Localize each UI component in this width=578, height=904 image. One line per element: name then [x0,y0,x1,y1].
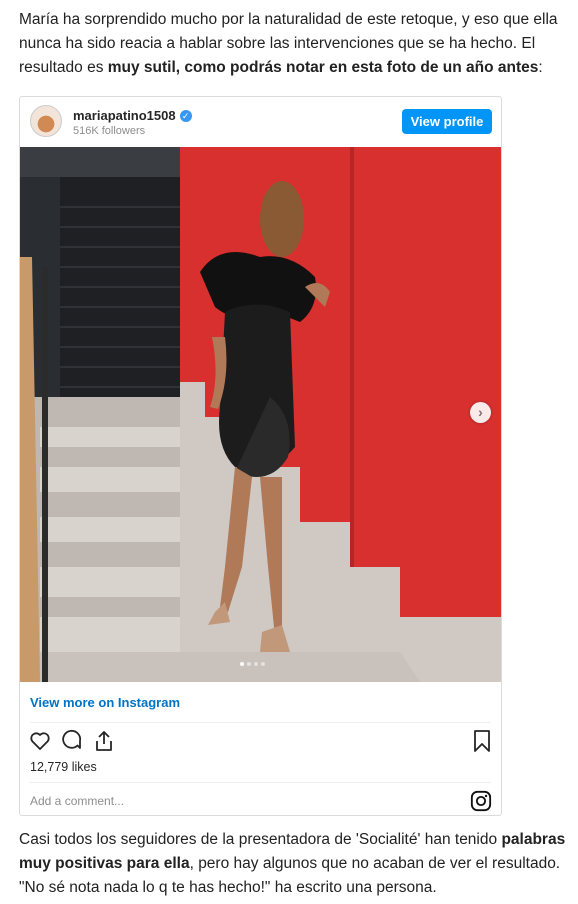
view-more-link[interactable]: View more on Instagram [30,695,180,710]
carousel-dots [240,662,265,666]
bookmark-icon[interactable] [471,729,493,753]
comment-icon[interactable] [60,729,84,753]
follower-count: 516K followers [73,125,146,137]
comment-input[interactable]: Add a comment... [30,794,124,808]
instagram-logo-icon[interactable] [470,790,492,812]
username[interactable]: mariapatino1508 [73,108,176,123]
divider [30,722,491,723]
share-icon[interactable] [92,729,116,753]
chevron-right-icon[interactable]: › [470,402,491,423]
article-paragraph-intro: María ha sorprendido mucho por la natura… [19,8,567,80]
like-count: 12,779 likes [30,760,97,774]
carousel-dot [247,662,251,666]
carousel-dot [254,662,258,666]
intro-colon: : [538,59,543,76]
heart-icon[interactable] [28,729,52,753]
avatar[interactable] [30,105,62,137]
verified-badge-icon: ✓ [179,110,192,122]
article-paragraph-followers: Casi todos los seguidores de la presenta… [19,828,567,900]
username-row[interactable]: mariapatino1508 ✓ [73,108,192,123]
instagram-embed: mariapatino1508 ✓ 516K followers View pro… [19,96,502,816]
divider [30,782,491,783]
action-bar [28,729,493,753]
intro-bold-text: muy sutil, como podrás notar en esta fot… [107,59,539,76]
embed-header: mariapatino1508 ✓ 516K followers View pro… [20,97,501,147]
carousel-dot [261,662,265,666]
followers-text: Casi todos los seguidores de la presenta… [19,831,502,848]
post-photo[interactable]: › [20,147,501,682]
view-profile-button[interactable]: View profile [402,109,492,134]
carousel-dot [240,662,244,666]
